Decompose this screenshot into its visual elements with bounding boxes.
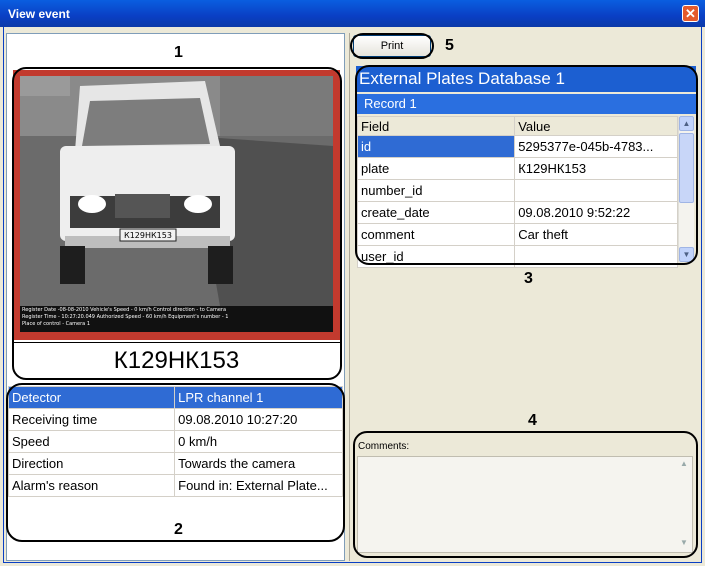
detail-value: 0 km/h (174, 430, 343, 453)
car-image: К129НК153 (20, 76, 333, 332)
callout-number-5: 5 (445, 37, 454, 54)
database-title: External Plates Database 1 (356, 66, 696, 92)
comments-textarea[interactable]: ▲ ▼ (357, 456, 693, 553)
value-cell: Car theft (514, 223, 678, 246)
callout-number-2: 2 (174, 521, 183, 538)
detail-label: Detector (7, 386, 176, 409)
value-cell (514, 245, 678, 268)
detail-value: Found in: External Plate... (174, 474, 343, 497)
event-details-table: Detector LPR channel 1 Receiving time 09.0… (7, 386, 343, 497)
field-cell: comment (356, 223, 516, 246)
detail-label: Receiving time (7, 408, 176, 431)
table-row[interactable]: Alarm's reason Found in: External Plate..… (7, 474, 343, 497)
table-row[interactable]: plate К129НК153 (356, 157, 678, 180)
database-record-table: Field Value id 5295377e-045b-4783... plate… (356, 116, 678, 268)
table-row[interactable]: comment Car theft (356, 223, 678, 246)
detail-label: Direction (7, 452, 176, 475)
column-header-value[interactable]: Value (514, 116, 678, 136)
value-cell: 5295377e-045b-4783... (514, 135, 678, 158)
value-cell (514, 179, 678, 202)
detail-label: Alarm's reason (7, 474, 176, 497)
plate-divider (13, 342, 341, 343)
car-plate-text: К129НК153 (124, 231, 172, 240)
comments-label: Comments: (358, 441, 410, 452)
scroll-thumb[interactable] (679, 133, 694, 203)
comments-panel: Comments: ▲ ▼ (355, 438, 696, 556)
table-row[interactable]: Direction Towards the camera (7, 452, 343, 475)
overlay-line: Register Date -08-08-2010 Vehicle's Spee… (22, 307, 227, 313)
title-bar: View event ✕ (0, 0, 705, 27)
close-icon: ✕ (685, 6, 696, 21)
detail-value: LPR channel 1 (174, 386, 343, 409)
callout-number-4: 4 (528, 412, 537, 429)
callout-number-1: 1 (174, 44, 183, 61)
detail-value: Towards the camera (174, 452, 343, 475)
field-cell: id (356, 135, 516, 158)
scroll-up-icon[interactable]: ▲ (679, 116, 694, 131)
field-cell: create_date (356, 201, 516, 224)
table-row[interactable]: id 5295377e-045b-4783... (356, 135, 678, 158)
print-button[interactable]: Print (353, 35, 431, 57)
overlay-line: Place of control - Camera 1 (22, 321, 90, 327)
detail-label: Speed (7, 430, 176, 453)
table-row[interactable]: Speed 0 km/h (7, 430, 343, 453)
table-header-row: Field Value (356, 116, 678, 136)
table-row[interactable]: Receiving time 09.08.2010 10:27:20 (7, 408, 343, 431)
table-row[interactable]: Detector LPR channel 1 (7, 386, 343, 409)
value-cell: К129НК153 (514, 157, 678, 180)
close-button[interactable]: ✕ (682, 5, 699, 22)
table-row[interactable]: user_id (356, 245, 678, 268)
database-scrollbar[interactable]: ▲ ▼ (678, 116, 694, 262)
field-cell: plate (356, 157, 516, 180)
table-row[interactable]: create_date 09.08.2010 9:52:22 (356, 201, 678, 224)
value-cell: 09.08.2010 9:52:22 (514, 201, 678, 224)
scroll-down-icon[interactable]: ▼ (677, 538, 691, 550)
recognized-plate-number: К129НК153 (113, 347, 240, 374)
vehicle-photo: К129НК153 Register Date -08-08-2010 Vehi… (13, 70, 340, 340)
window-title: View event (8, 7, 70, 21)
field-cell: number_id (356, 179, 516, 202)
scroll-down-icon[interactable]: ▼ (679, 247, 694, 262)
field-cell: user_id (356, 245, 516, 268)
detail-value: 09.08.2010 10:27:20 (174, 408, 343, 431)
column-header-field[interactable]: Field (356, 116, 516, 136)
overlay-line: Register Time - 10:27:20.049 Authorized … (22, 314, 229, 320)
scroll-up-icon[interactable]: ▲ (677, 459, 691, 471)
record-selector[interactable]: Record 1 (356, 94, 696, 114)
photo-overlay-text: Register Date -08-08-2010 Vehicle's Spee… (22, 307, 331, 328)
callout-number-3: 3 (524, 270, 533, 287)
table-row[interactable]: number_id (356, 179, 678, 202)
camera-image: К129НК153 Register Date -08-08-2010 Vehi… (20, 76, 333, 332)
